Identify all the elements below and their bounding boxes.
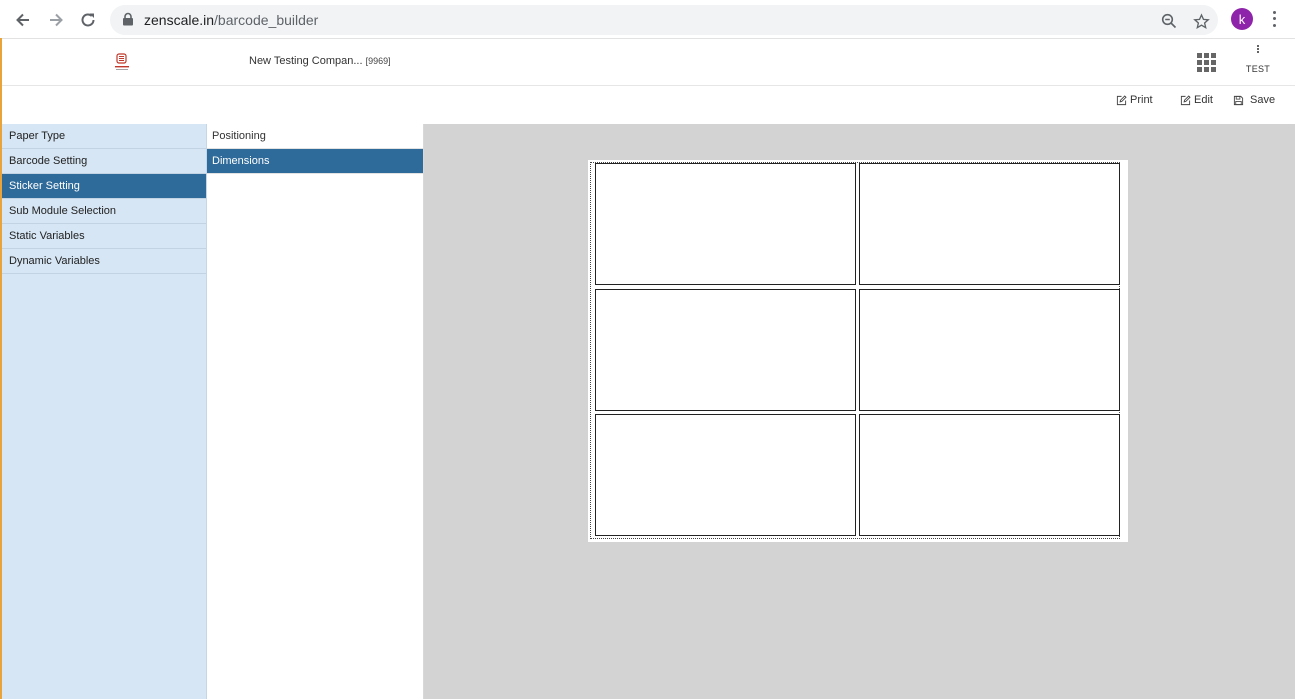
action-toolbar: Print Edit Save	[2, 86, 1295, 124]
reload-icon	[81, 13, 95, 27]
sticker-setting-subpanel: Positioning Dimensions	[207, 124, 424, 699]
app-header: New Testing Compan... [9969] TEST	[2, 39, 1295, 86]
sticker-cell[interactable]	[859, 414, 1120, 536]
zoom-icon[interactable]	[1160, 12, 1178, 30]
sidebar-item-static-variables[interactable]: Static Variables	[2, 224, 206, 249]
edit-button[interactable]: Edit	[1180, 94, 1213, 106]
sticker-cell[interactable]	[595, 289, 856, 411]
reload-button[interactable]	[76, 8, 100, 32]
sticker-cell[interactable]	[859, 289, 1120, 411]
company-logo[interactable]	[113, 52, 131, 72]
address-url: zenscale.in/barcode_builder	[144, 12, 319, 28]
lock-icon	[122, 12, 134, 31]
sticker-cell[interactable]	[859, 163, 1120, 285]
sidebar-item-paper-type[interactable]: Paper Type	[2, 124, 206, 149]
edit-square-icon	[1116, 94, 1127, 105]
browser-toolbar: zenscale.in/barcode_builder k	[0, 0, 1295, 39]
sidebar-item-barcode-setting[interactable]: Barcode Setting	[2, 149, 206, 174]
sticker-cell[interactable]	[595, 414, 856, 536]
apps-grid-icon[interactable]	[1197, 53, 1217, 73]
subpanel-item-positioning[interactable]: Positioning	[207, 124, 423, 149]
company-name: New Testing Compan... [9969]	[249, 55, 391, 67]
save-button[interactable]: Save	[1233, 94, 1275, 106]
preview-canvas	[424, 124, 1295, 699]
subpanel-item-dimensions[interactable]: Dimensions	[207, 149, 423, 174]
arrow-right-icon	[50, 13, 63, 27]
edit-square-icon	[1180, 94, 1191, 105]
bookmark-star-icon[interactable]	[1192, 12, 1210, 30]
paper-preview	[588, 160, 1128, 542]
left-accent-bar	[0, 38, 2, 699]
user-menu[interactable]: TEST	[1240, 45, 1276, 74]
back-button[interactable]	[11, 8, 35, 32]
sidebar-item-dynamic-variables[interactable]: Dynamic Variables	[2, 249, 206, 274]
sidebar-item-sticker-setting[interactable]: Sticker Setting	[2, 174, 206, 199]
sticker-cell[interactable]	[595, 163, 856, 285]
user-label: TEST	[1245, 64, 1271, 74]
address-bar[interactable]: zenscale.in/barcode_builder	[110, 5, 1218, 35]
sidebar-item-sub-module-selection[interactable]: Sub Module Selection	[2, 199, 206, 224]
profile-avatar[interactable]: k	[1231, 8, 1253, 30]
settings-sidebar: Paper Type Barcode Setting Sticker Setti…	[2, 124, 207, 699]
browser-menu-icon[interactable]	[1266, 9, 1282, 29]
print-button[interactable]: Print	[1116, 94, 1153, 106]
more-vertical-icon	[1240, 45, 1276, 55]
forward-button[interactable]	[44, 8, 68, 32]
floppy-disk-icon	[1233, 95, 1244, 105]
arrow-left-icon	[16, 13, 29, 27]
